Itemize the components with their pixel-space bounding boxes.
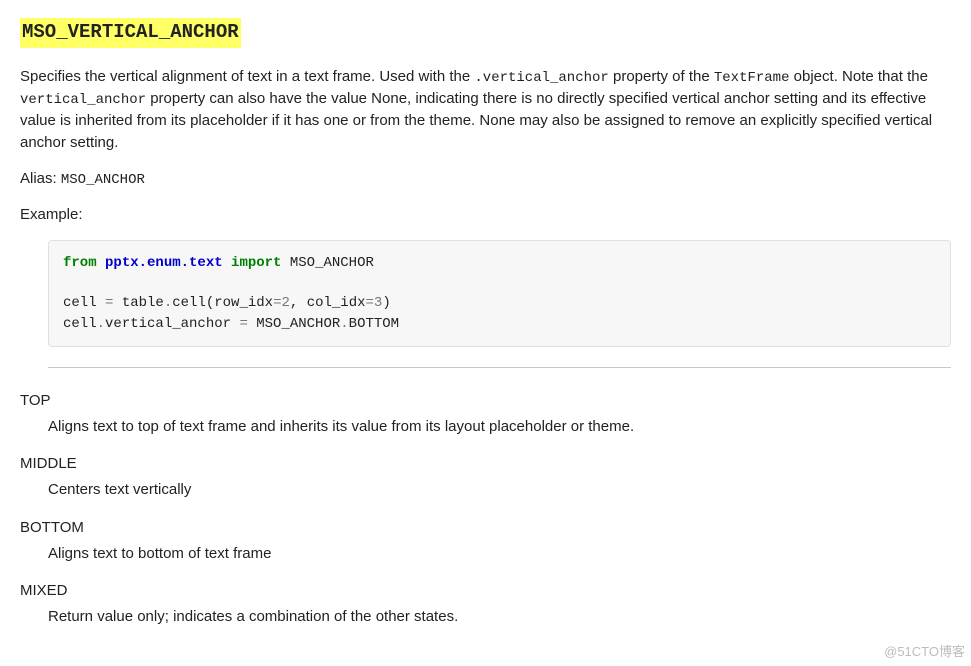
intro-text: object. Note that the xyxy=(790,68,928,85)
def-term: MIDDLE xyxy=(20,453,951,475)
code-text: cell xyxy=(63,295,105,311)
code-inline: vertical_anchor xyxy=(20,92,146,108)
page-title: MSO_VERTICAL_ANCHOR xyxy=(20,18,241,48)
intro-paragraph: Specifies the vertical alignment of text… xyxy=(20,66,951,154)
code-text: , col_idx xyxy=(290,295,366,311)
intro-text: property can also have the value None, i… xyxy=(20,90,932,151)
code-text: ) xyxy=(382,295,390,311)
kw-import: import xyxy=(231,255,281,271)
separator xyxy=(48,367,951,368)
code-inline: TextFrame xyxy=(714,70,790,86)
watermark: @51CTO博客 xyxy=(884,643,965,662)
def-desc: Aligns text to top of text frame and inh… xyxy=(48,416,951,438)
imported-name: MSO_ANCHOR xyxy=(290,255,374,271)
code-op: = xyxy=(239,316,247,332)
code-text: cell(row_idx xyxy=(172,295,273,311)
code-op: . xyxy=(340,316,348,332)
example-label: Example: xyxy=(20,204,951,226)
alias-value: MSO_ANCHOR xyxy=(61,172,145,188)
code-text: table xyxy=(113,295,163,311)
def-desc: Aligns text to bottom of text frame xyxy=(48,543,951,565)
definition-list: TOP Aligns text to top of text frame and… xyxy=(20,390,951,628)
code-op: . xyxy=(97,316,105,332)
def-desc: Return value only; indicates a combinati… xyxy=(48,606,951,628)
def-term: MIXED xyxy=(20,580,951,602)
code-example: from pptx.enum.text import MSO_ANCHOR ce… xyxy=(48,240,951,347)
code-text: MSO_ANCHOR xyxy=(248,316,340,332)
alias-line: Alias: MSO_ANCHOR xyxy=(20,168,951,190)
module-name: pptx.enum.text xyxy=(105,255,223,271)
code-num: 2 xyxy=(281,295,289,311)
alias-label: Alias: xyxy=(20,170,61,187)
code-text: vertical_anchor xyxy=(105,316,239,332)
code-op: . xyxy=(164,295,172,311)
def-desc: Centers text vertically xyxy=(48,479,951,501)
code-text: cell xyxy=(63,316,97,332)
intro-text: Specifies the vertical alignment of text… xyxy=(20,68,474,85)
def-term: TOP xyxy=(20,390,951,412)
code-text: BOTTOM xyxy=(349,316,399,332)
kw-from: from xyxy=(63,255,97,271)
intro-text: property of the xyxy=(609,68,714,85)
code-inline: .vertical_anchor xyxy=(474,70,608,86)
code-op: = xyxy=(366,295,374,311)
def-term: BOTTOM xyxy=(20,517,951,539)
